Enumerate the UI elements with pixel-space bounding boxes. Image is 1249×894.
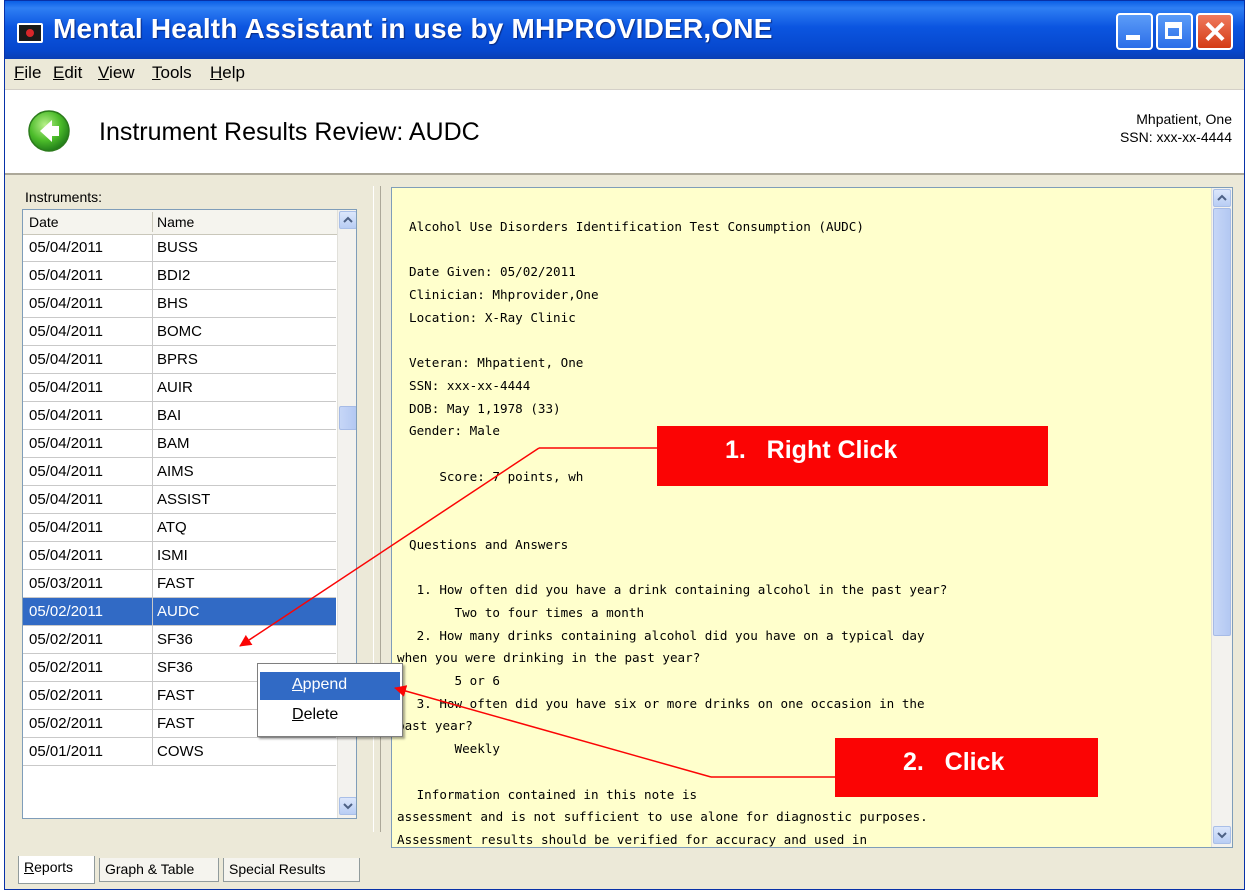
annotation-arrows	[239, 447, 835, 778]
arrow-to-append-item-head	[394, 685, 712, 778]
arrow-to-audc-row-head	[239, 447, 540, 647]
